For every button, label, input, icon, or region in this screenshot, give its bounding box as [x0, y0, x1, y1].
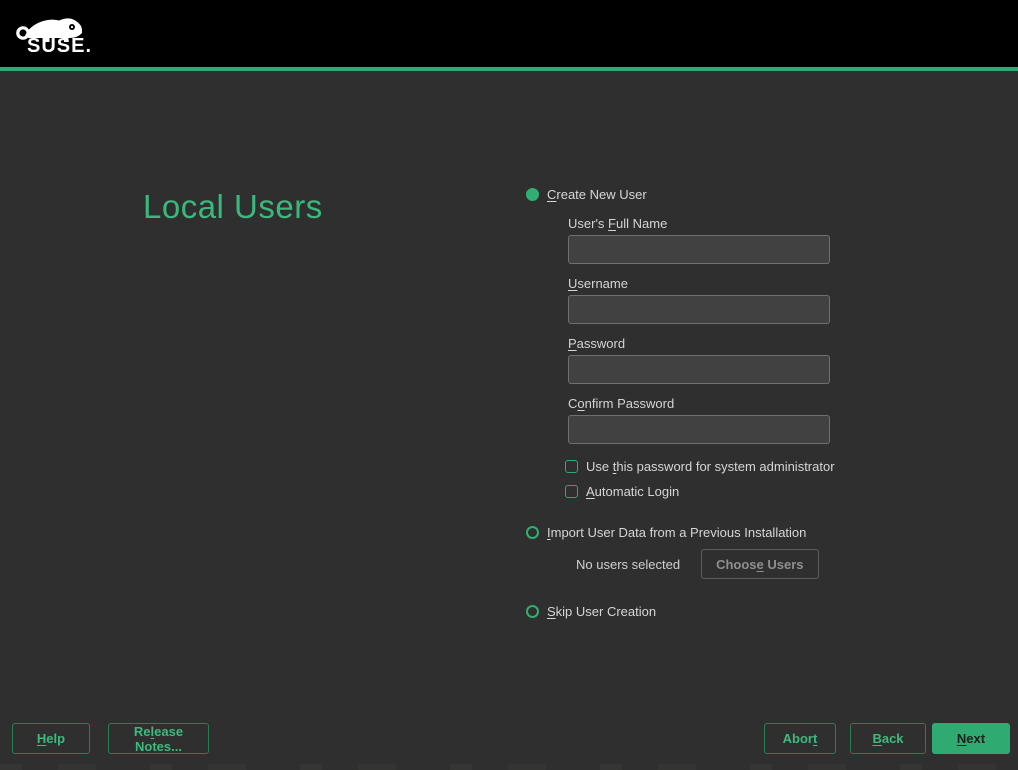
release-notes-button[interactable]: Release Notes... — [108, 723, 209, 754]
back-button[interactable]: Back — [850, 723, 926, 754]
brand-wordmark: SUSE. — [27, 35, 92, 58]
full-name-input[interactable] — [568, 235, 830, 264]
checkbox-autologin-label: Automatic Login — [586, 484, 679, 499]
radio-unselected-icon[interactable] — [526, 526, 539, 539]
radio-import-label: Import User Data from a Previous Install… — [547, 525, 806, 540]
clipped-bottom-row — [0, 764, 1018, 770]
accent-divider — [0, 67, 1018, 71]
radio-create-new-user[interactable]: Create New User — [526, 187, 986, 202]
new-user-fields: User's Full Name Username Password Confi… — [568, 216, 986, 444]
confirm-password-input[interactable] — [568, 415, 830, 444]
confirm-password-label: Confirm Password — [568, 396, 986, 411]
username-input[interactable] — [568, 295, 830, 324]
page-title: Local Users — [143, 188, 323, 226]
radio-import-user-data[interactable]: Import User Data from a Previous Install… — [526, 525, 986, 540]
local-users-form: Create New User User's Full Name Usernam… — [526, 187, 986, 619]
checkbox-sysadmin-password[interactable]: Use this password for system administrat… — [565, 459, 986, 473]
radio-unselected-icon[interactable] — [526, 605, 539, 618]
import-users-status-row: No users selected Choose Users — [576, 549, 986, 579]
radio-create-label: Create New User — [547, 187, 647, 202]
suse-logo: SUSE. — [12, 8, 102, 62]
top-bar — [0, 0, 1018, 67]
full-name-label: User's Full Name — [568, 216, 986, 231]
abort-button[interactable]: Abort — [764, 723, 836, 754]
no-users-selected-status: No users selected — [576, 557, 680, 572]
checkbox-unchecked-icon[interactable] — [565, 485, 578, 498]
checkbox-unchecked-icon[interactable] — [565, 460, 578, 473]
radio-skip-label: Skip User Creation — [547, 604, 656, 619]
checkbox-automatic-login[interactable]: Automatic Login — [565, 484, 986, 498]
password-label: Password — [568, 336, 986, 351]
next-button[interactable]: Next — [932, 723, 1010, 754]
choose-users-button[interactable]: Choose Users — [701, 549, 818, 579]
password-input[interactable] — [568, 355, 830, 384]
help-button[interactable]: Help — [12, 723, 90, 754]
radio-selected-icon[interactable] — [526, 188, 539, 201]
radio-skip-user-creation[interactable]: Skip User Creation — [526, 604, 986, 619]
username-label: Username — [568, 276, 986, 291]
checkbox-sysadmin-label: Use this password for system administrat… — [586, 459, 835, 474]
